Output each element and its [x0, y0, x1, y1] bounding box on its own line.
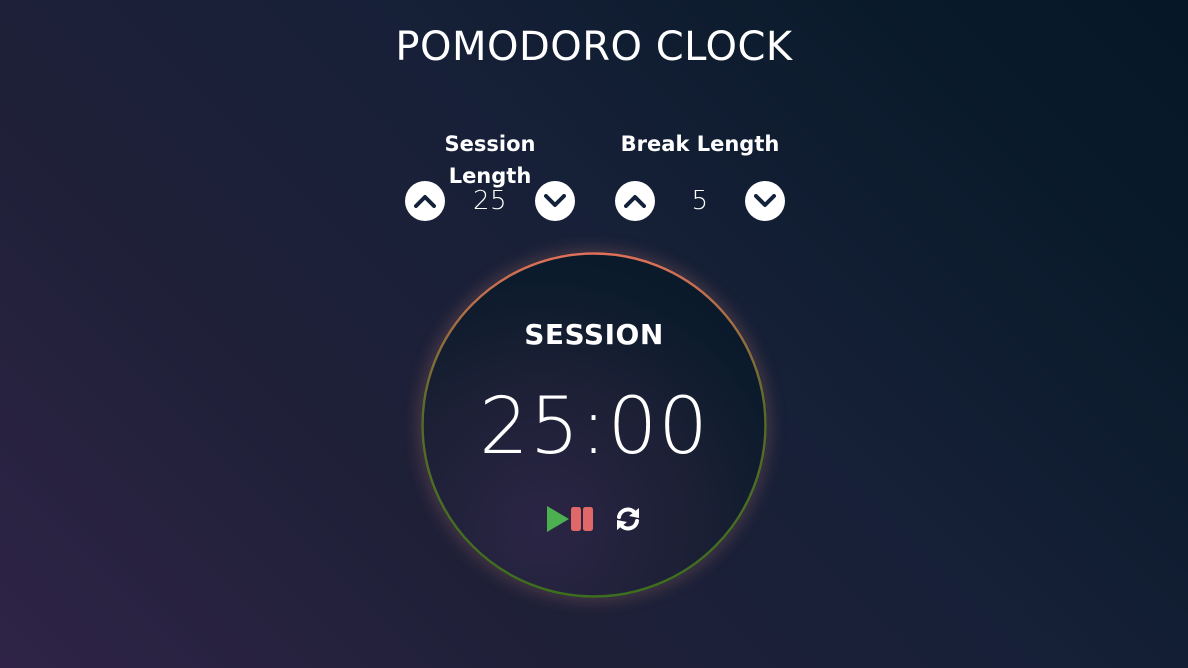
pause-icon [571, 507, 593, 531]
session-decrement-button[interactable] [535, 181, 575, 221]
break-increment-button[interactable] [615, 181, 655, 221]
chevron-down-icon [754, 194, 776, 207]
break-length-control: Break Length 5 [615, 128, 785, 221]
session-length-control: Session Length 25 [405, 128, 575, 221]
refresh-icon[interactable] [613, 503, 643, 535]
break-length-label: Break Length [620, 132, 780, 156]
session-length-row: 25 [405, 181, 575, 221]
break-decrement-button[interactable] [745, 181, 785, 221]
break-length-row: 5 [615, 181, 785, 221]
session-length-value: 25 [472, 186, 508, 216]
play-pause-button[interactable] [545, 503, 597, 535]
chevron-up-icon [624, 195, 646, 208]
session-increment-button[interactable] [405, 181, 445, 221]
chevron-up-icon [414, 195, 436, 208]
break-length-value: 5 [691, 186, 709, 216]
chevron-down-icon [544, 194, 566, 207]
timer-controls [545, 502, 645, 536]
timer-mode-label: SESSION [524, 318, 664, 351]
timer-display: 25:00 [479, 382, 709, 472]
session-length-label: Session Length [444, 132, 536, 188]
timer-clock: SESSION 25:00 [421, 252, 767, 598]
page-title: POMODORO CLOCK [395, 24, 793, 70]
play-icon [547, 506, 569, 532]
